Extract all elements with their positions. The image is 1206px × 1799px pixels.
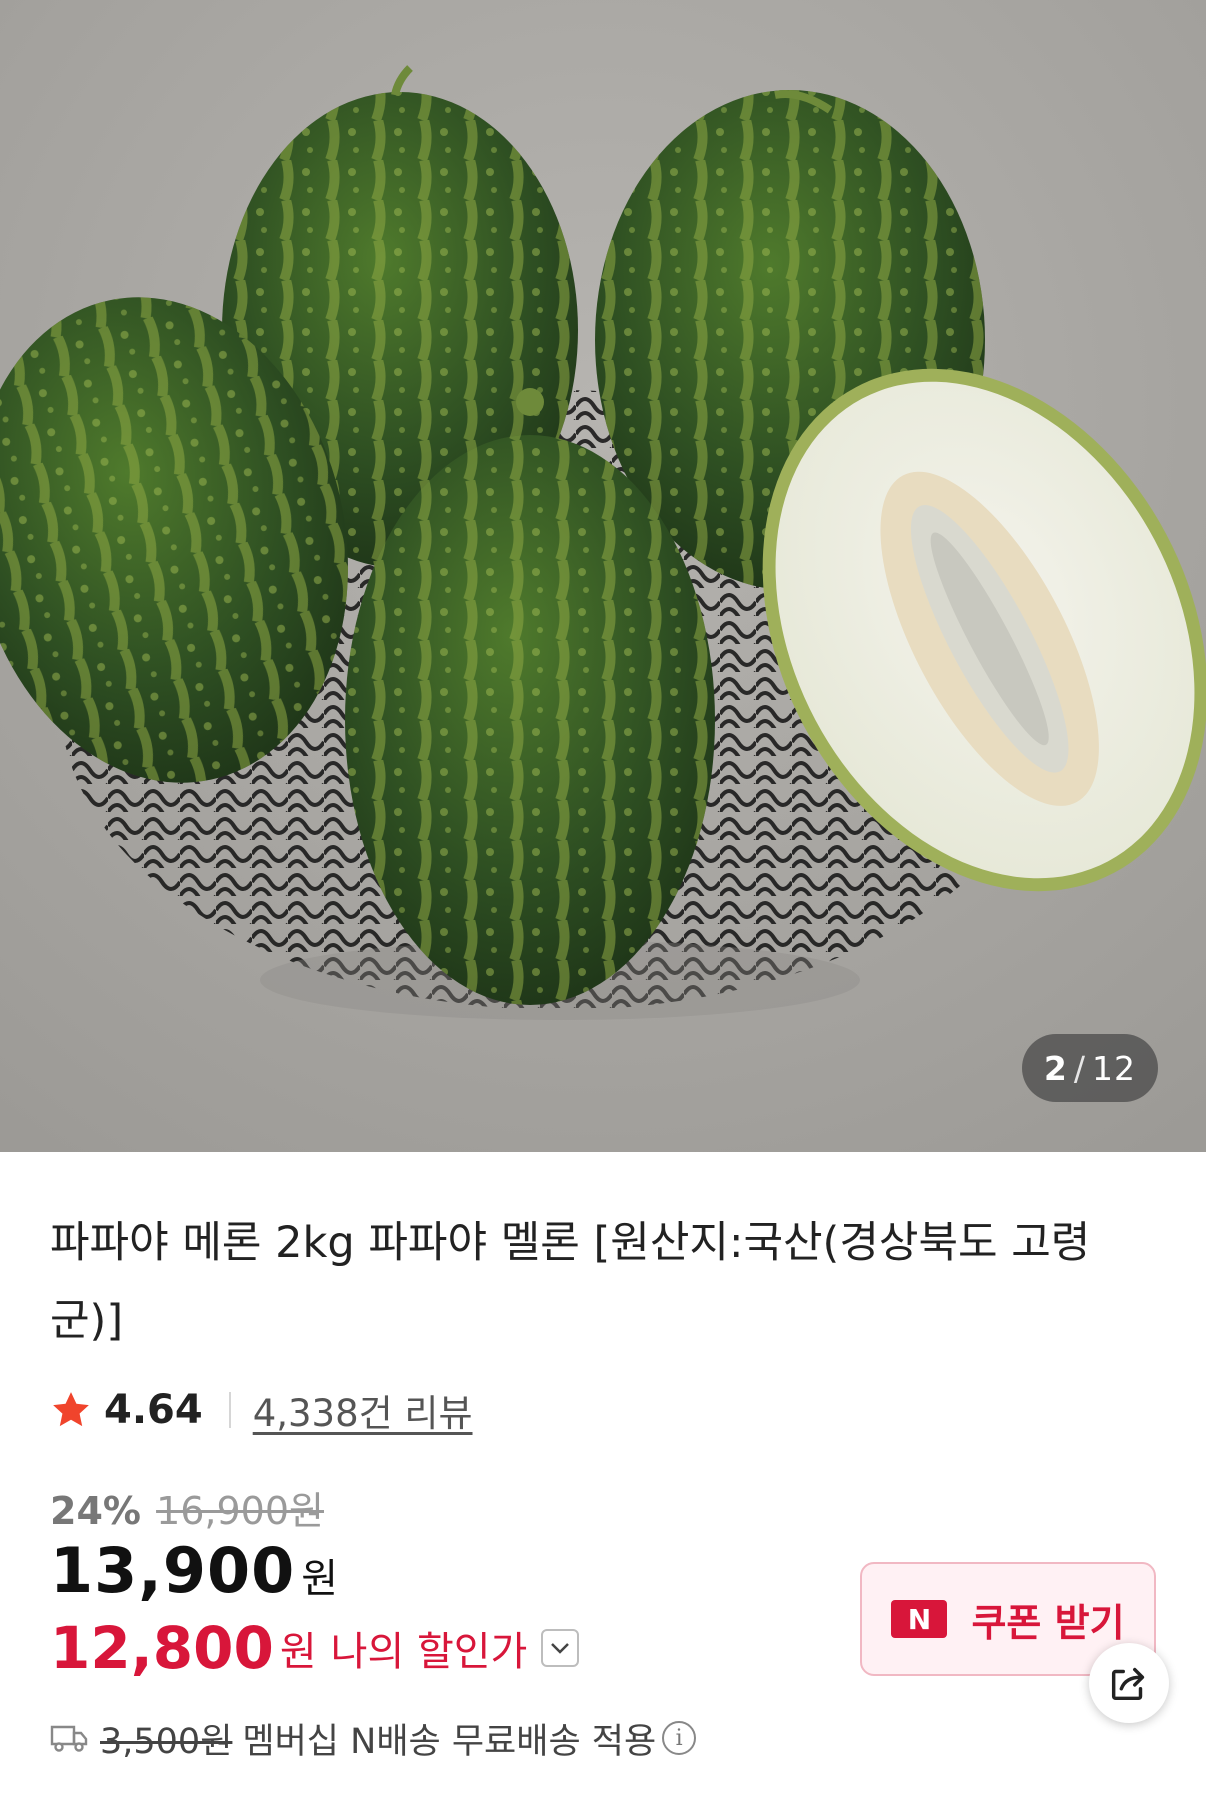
- review-count-link[interactable]: 4,338건 리뷰: [253, 1383, 473, 1437]
- product-title: 파파야 메론 2kg 파파야 멜론 [원산지:국산(경상북도 고령군)]: [50, 1218, 1091, 1346]
- image-counter-separator: /: [1073, 1048, 1086, 1088]
- coupon-badge-text: N: [907, 1602, 932, 1636]
- coupon-label: 쿠폰 받기: [971, 1600, 1125, 1645]
- shipping-original-fee: 3,500원: [100, 1721, 233, 1762]
- sale-price: 13,900: [50, 1534, 296, 1607]
- my-price-expand-button[interactable]: [541, 1629, 580, 1667]
- original-price: 16,900원: [156, 1489, 324, 1533]
- star-icon: [53, 1392, 89, 1427]
- truck-icon: [50, 1725, 88, 1752]
- image-counter: 2 / 12: [1021, 1034, 1158, 1102]
- rating-score: 4.64: [104, 1387, 203, 1433]
- product-photo: [0, 0, 1206, 1152]
- image-counter-current: 2: [1043, 1048, 1068, 1088]
- my-price: 12,800: [50, 1614, 274, 1682]
- rating-divider: [228, 1392, 231, 1428]
- shipping-label: 멤버십 N배송 무료배송 적용: [242, 1721, 657, 1762]
- info-icon[interactable]: i: [662, 1721, 697, 1755]
- rating-row: 4.64 4,338건 리뷰: [50, 1380, 473, 1440]
- sale-price-row: 13,900 원: [50, 1534, 338, 1607]
- my-price-label: 나의 할인가: [330, 1629, 528, 1675]
- coupon-badge-icon: N: [891, 1600, 948, 1638]
- my-price-row: 12,800 원 나의 할인가: [50, 1614, 580, 1682]
- shipping-row: 3,500원 멤버십 N배송 무료배송 적용 i: [50, 1710, 697, 1766]
- share-button[interactable]: [1089, 1643, 1169, 1723]
- my-price-unit: 원: [279, 1629, 317, 1675]
- discount-percent: 24%: [50, 1489, 141, 1533]
- image-counter-total: 12: [1092, 1048, 1136, 1088]
- chevron-down-icon: [551, 1643, 570, 1654]
- product-image[interactable]: 2 / 12: [0, 0, 1206, 1152]
- sale-price-unit: 원: [301, 1556, 339, 1602]
- share-icon: [1111, 1667, 1145, 1701]
- info-icon-symbol: i: [675, 1725, 683, 1751]
- discount-row: 24% 16,900원: [50, 1480, 324, 1535]
